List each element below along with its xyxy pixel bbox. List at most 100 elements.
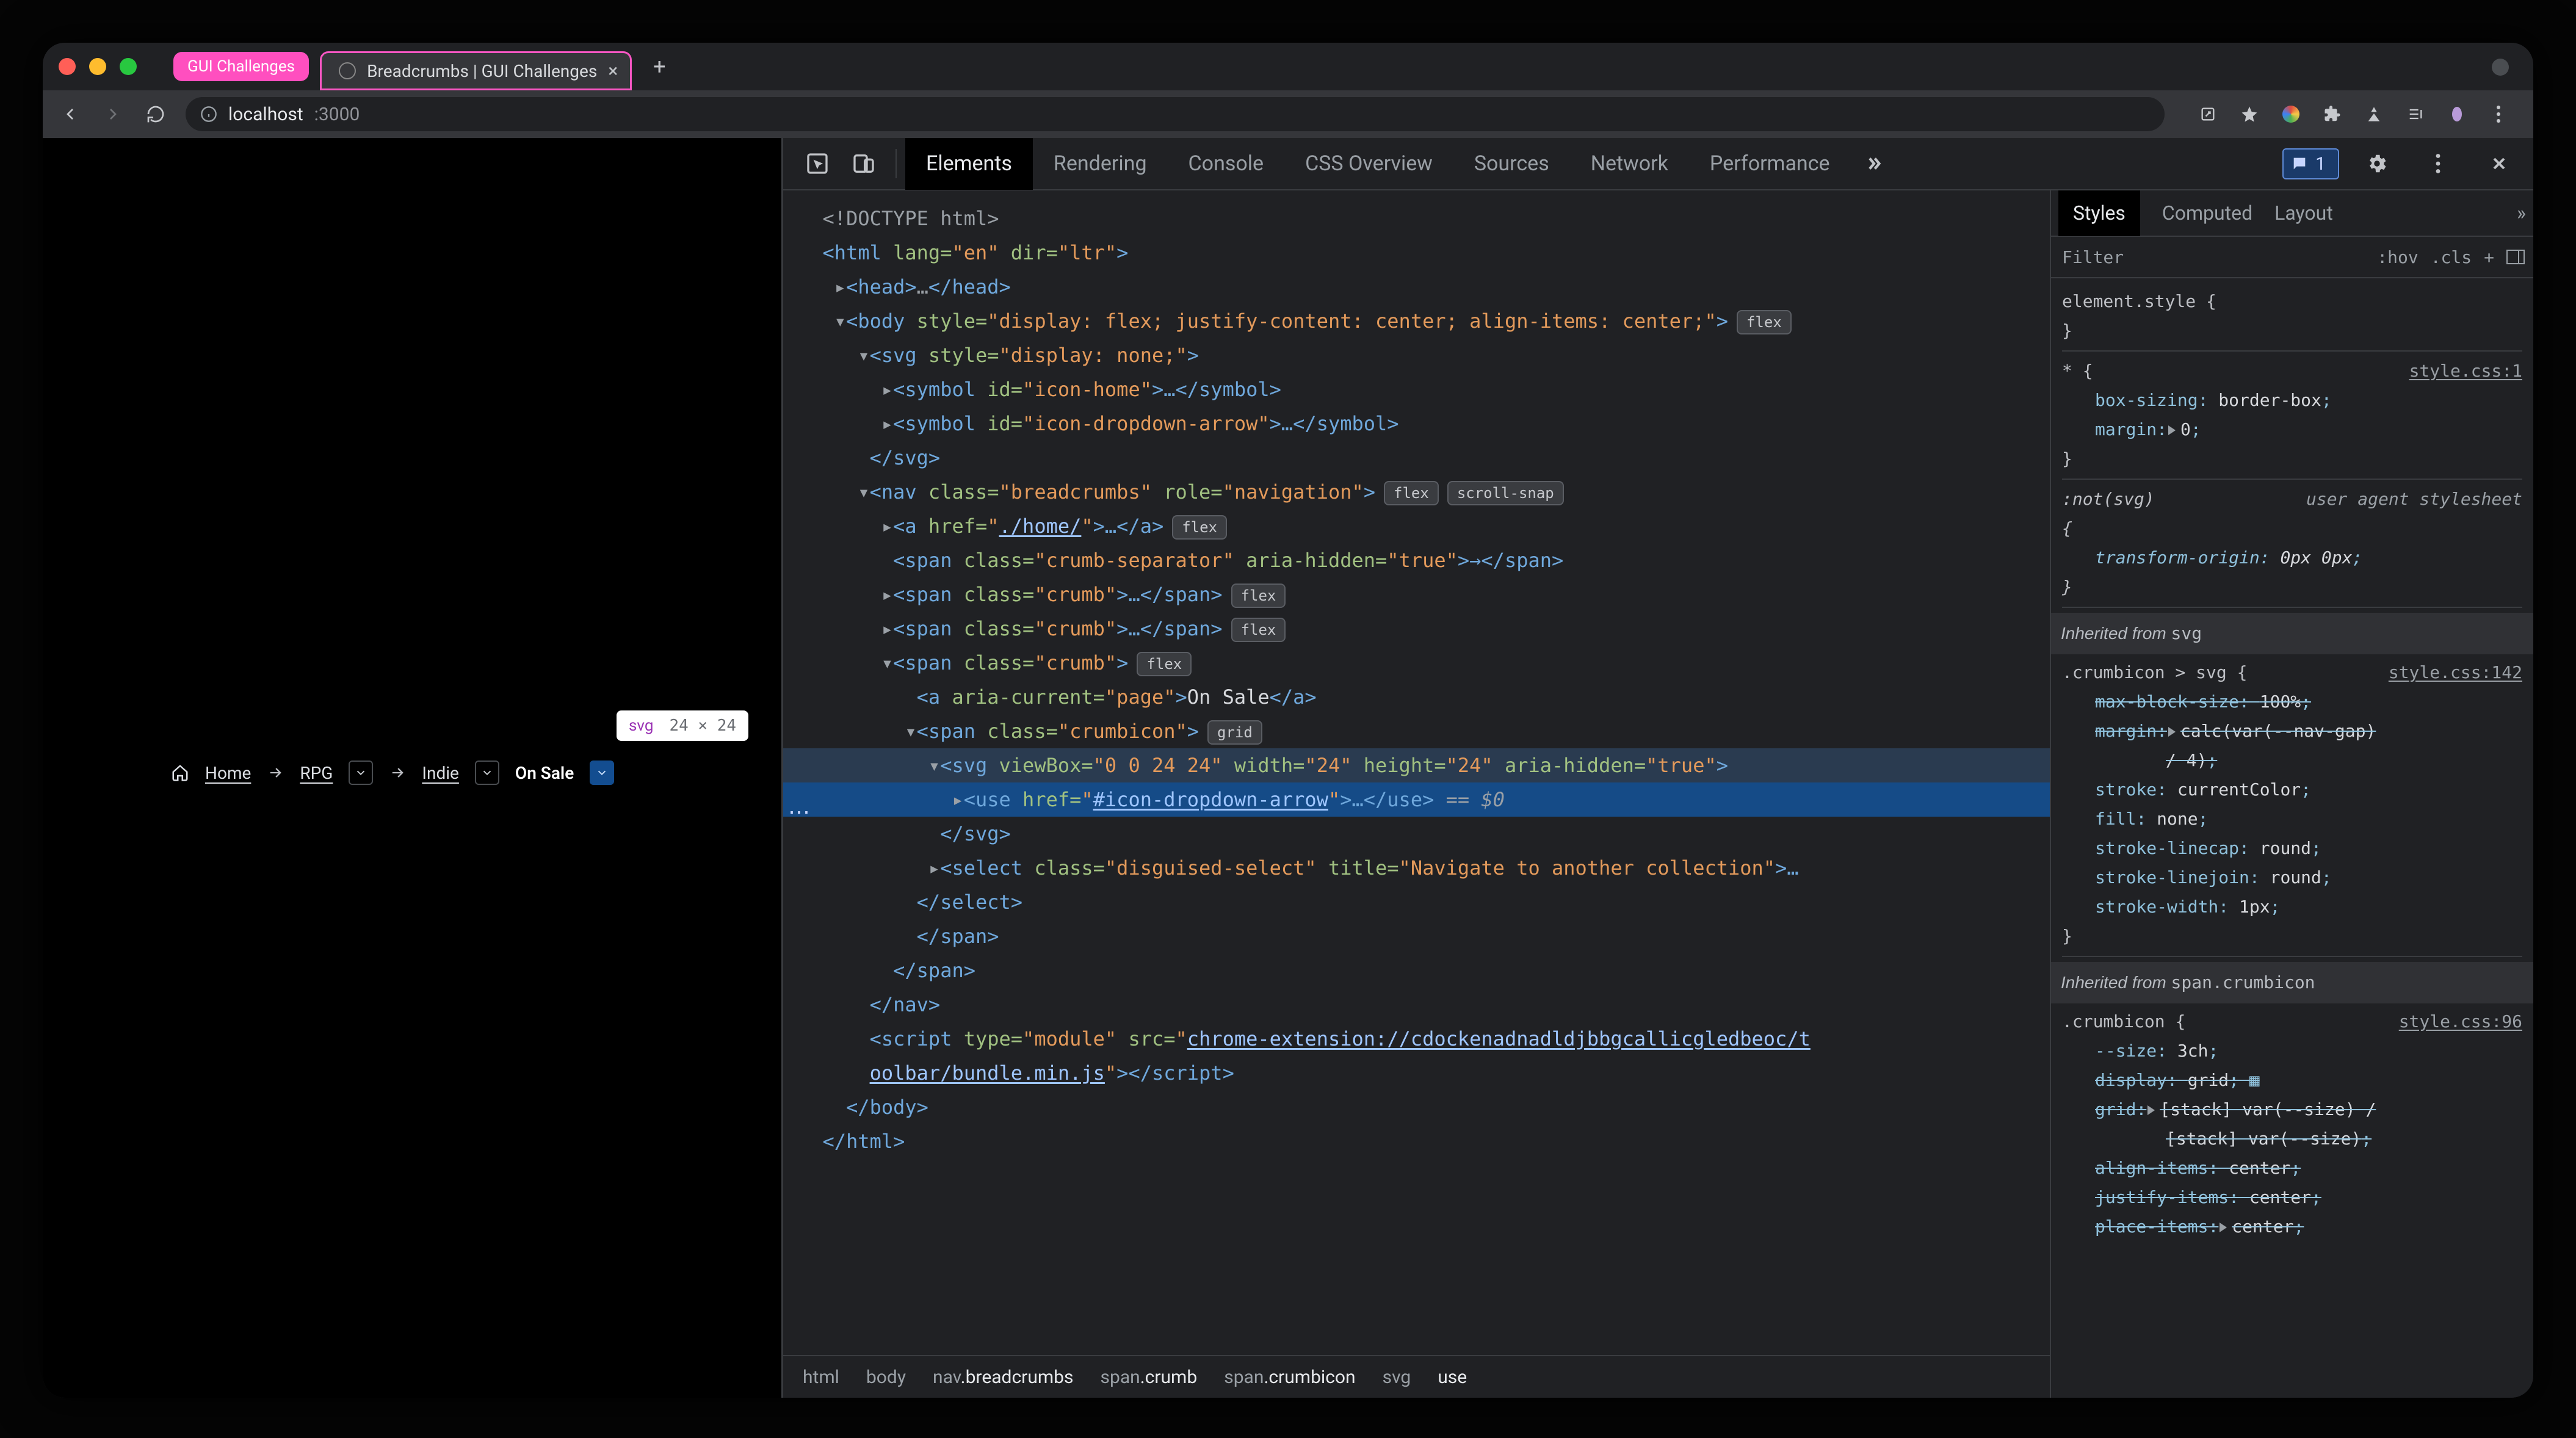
tab-computed[interactable]: Computed bbox=[2162, 201, 2252, 225]
dom-tree[interactable]: <!DOCTYPE html> <html lang="en" dir="ltr… bbox=[783, 190, 2050, 1355]
crumb-rpg[interactable]: RPG bbox=[300, 763, 333, 783]
dom-breadcrumb[interactable]: html body nav.breadcrumbs span.crumb spa… bbox=[783, 1355, 2050, 1398]
issues-badge[interactable]: 1 bbox=[2282, 148, 2339, 179]
tab-performance[interactable]: Performance bbox=[1689, 138, 1851, 190]
dom-row-selected[interactable]: ▸<use href="#icon-dropdown-arrow">…</use… bbox=[783, 782, 2050, 817]
flex-badge[interactable]: flex bbox=[1231, 584, 1286, 608]
origin-link[interactable]: style.css:142 bbox=[2389, 658, 2522, 687]
tab-styles[interactable]: Styles bbox=[2058, 190, 2140, 236]
chevron-down-icon bbox=[480, 766, 494, 779]
grid-badge[interactable]: grid bbox=[1207, 720, 1262, 745]
reload-button[interactable] bbox=[143, 101, 168, 127]
inherited-svg: Inherited from svg bbox=[2051, 613, 2533, 654]
separator bbox=[895, 149, 897, 178]
tab-css-overview[interactable]: CSS Overview bbox=[1284, 138, 1453, 190]
extension-icon-1[interactable] bbox=[2278, 101, 2304, 127]
dom-row-svg[interactable]: ▾<svg viewBox="0 0 24 24" width="24" hei… bbox=[783, 748, 2050, 782]
styles-body[interactable]: element.style { } style.css:1 * { box-si… bbox=[2051, 278, 2533, 1398]
kebab-icon[interactable] bbox=[2486, 101, 2511, 127]
crumb-home[interactable]: Home bbox=[205, 763, 251, 783]
panel-toggle-icon[interactable] bbox=[2506, 250, 2525, 264]
close-tab-icon[interactable]: × bbox=[608, 60, 618, 82]
overflow-icon[interactable]: » bbox=[2517, 201, 2526, 225]
tab-layout[interactable]: Layout bbox=[2274, 201, 2333, 225]
browser-window: GUI Challenges Breadcrumbs | GUI Challen… bbox=[43, 43, 2533, 1398]
extension-icon-2[interactable] bbox=[2361, 101, 2387, 127]
share-icon[interactable] bbox=[2195, 101, 2221, 127]
tab-network[interactable]: Network bbox=[1570, 138, 1689, 190]
dom-text: <html bbox=[823, 241, 894, 264]
tab-label: GUI Challenges bbox=[187, 57, 295, 76]
address-bar: localhost:3000 bbox=[43, 90, 2533, 138]
tooltip-tag: svg bbox=[629, 717, 653, 735]
issue-count: 1 bbox=[2315, 153, 2326, 175]
extensions-puzzle-icon[interactable] bbox=[2320, 101, 2345, 127]
tab-console[interactable]: Console bbox=[1168, 138, 1285, 190]
styles-tab-bar: Styles Computed Layout » bbox=[2051, 190, 2533, 237]
close-light[interactable] bbox=[59, 58, 76, 75]
tab-label: Rendering bbox=[1054, 151, 1147, 176]
rule-crumbicon: style.css:96 .crumbicon { --size: 3ch; d… bbox=[2062, 1007, 2522, 1246]
chevron-down-icon bbox=[595, 766, 609, 779]
devtools: Elements Rendering Console CSS Overview … bbox=[781, 138, 2533, 1398]
filter-input[interactable]: Filter bbox=[2062, 247, 2124, 267]
tooltip-dim: 24 × 24 bbox=[669, 717, 736, 735]
devtools-tab-bar: Elements Rendering Console CSS Overview … bbox=[783, 138, 2533, 190]
page-viewport: svg 24 × 24 Home RPG Indie On Sale bbox=[43, 138, 781, 1398]
tab-elements[interactable]: Elements bbox=[905, 138, 1033, 190]
hov-toggle[interactable]: :hov bbox=[2377, 247, 2418, 267]
rule-universal: style.css:1 * { box-sizing: border-box; … bbox=[2062, 356, 2522, 480]
device-toggle-icon[interactable] bbox=[848, 148, 880, 179]
inspect-icon[interactable] bbox=[801, 148, 833, 179]
forward-button[interactable] bbox=[100, 101, 126, 127]
back-button[interactable] bbox=[57, 101, 83, 127]
origin-link[interactable]: style.css:1 bbox=[2409, 356, 2522, 386]
bookmark-star-icon[interactable] bbox=[2237, 101, 2262, 127]
tab-rendering[interactable]: Rendering bbox=[1033, 138, 1168, 190]
omnibox[interactable]: localhost:3000 bbox=[186, 97, 2165, 131]
crumb-indie[interactable]: Indie bbox=[422, 763, 459, 783]
tab-gui-challenges[interactable]: GUI Challenges bbox=[173, 52, 309, 81]
styles-pane: Styles Computed Layout » Filter :hov .cl… bbox=[2050, 190, 2533, 1398]
flex-badge[interactable]: flex bbox=[1384, 481, 1439, 505]
row-actions-icon[interactable]: ⋯ bbox=[788, 795, 810, 829]
flex-badge[interactable]: flex bbox=[1137, 652, 1192, 676]
crumb-dropdown-indie[interactable] bbox=[475, 761, 499, 785]
tab-label: Sources bbox=[1474, 151, 1549, 176]
close-devtools-icon[interactable] bbox=[2483, 148, 2515, 179]
crumb-dropdown-sale-selected[interactable] bbox=[590, 761, 614, 785]
breadcrumbs: Home RPG Indie On Sale bbox=[171, 761, 614, 785]
extension-icon-3[interactable] bbox=[2444, 101, 2470, 127]
chevron-right-icon bbox=[267, 764, 284, 781]
reading-list-icon[interactable] bbox=[2403, 101, 2428, 127]
chevron-down-icon bbox=[354, 766, 367, 779]
tab-label: Breadcrumbs | GUI Challenges bbox=[367, 61, 597, 81]
overflow-tabs-icon[interactable] bbox=[1858, 148, 1890, 179]
account-button[interactable] bbox=[2492, 59, 2509, 76]
new-tab-button[interactable]: + bbox=[644, 51, 675, 82]
flex-badge[interactable]: flex bbox=[1231, 618, 1286, 642]
new-rule-button[interactable]: + bbox=[2484, 247, 2494, 267]
url-host: localhost bbox=[228, 104, 303, 125]
elements-panel: <!DOCTYPE html> <html lang="en" dir="ltr… bbox=[783, 190, 2050, 1398]
ua-origin: user agent stylesheet bbox=[2306, 485, 2522, 514]
flex-badge[interactable]: flex bbox=[1172, 515, 1227, 540]
kebab-icon[interactable] bbox=[2422, 148, 2454, 179]
home-icon bbox=[171, 764, 189, 782]
element-tooltip: svg 24 × 24 bbox=[617, 710, 748, 741]
cls-toggle[interactable]: .cls bbox=[2431, 247, 2472, 267]
tab-breadcrumbs-active[interactable]: Breadcrumbs | GUI Challenges × bbox=[320, 51, 632, 90]
minimize-light[interactable] bbox=[89, 58, 106, 75]
dom-text: <!DOCTYPE html> bbox=[823, 207, 999, 230]
crumb-dropdown-rpg[interactable] bbox=[349, 761, 373, 785]
titlebar: GUI Challenges Breadcrumbs | GUI Challen… bbox=[43, 43, 2533, 90]
origin-link[interactable]: style.css:96 bbox=[2399, 1007, 2522, 1036]
rule-element-style: element.style { } bbox=[2062, 287, 2522, 352]
maximize-light[interactable] bbox=[120, 58, 137, 75]
tab-sources[interactable]: Sources bbox=[1453, 138, 1570, 190]
rule-crumbicon-svg: style.css:142 .crumbicon > svg { max-blo… bbox=[2062, 658, 2522, 957]
gear-icon[interactable] bbox=[2361, 148, 2393, 179]
traffic-lights bbox=[59, 58, 137, 75]
scroll-snap-badge[interactable]: scroll-snap bbox=[1447, 481, 1564, 505]
flex-badge[interactable]: flex bbox=[1737, 310, 1792, 334]
